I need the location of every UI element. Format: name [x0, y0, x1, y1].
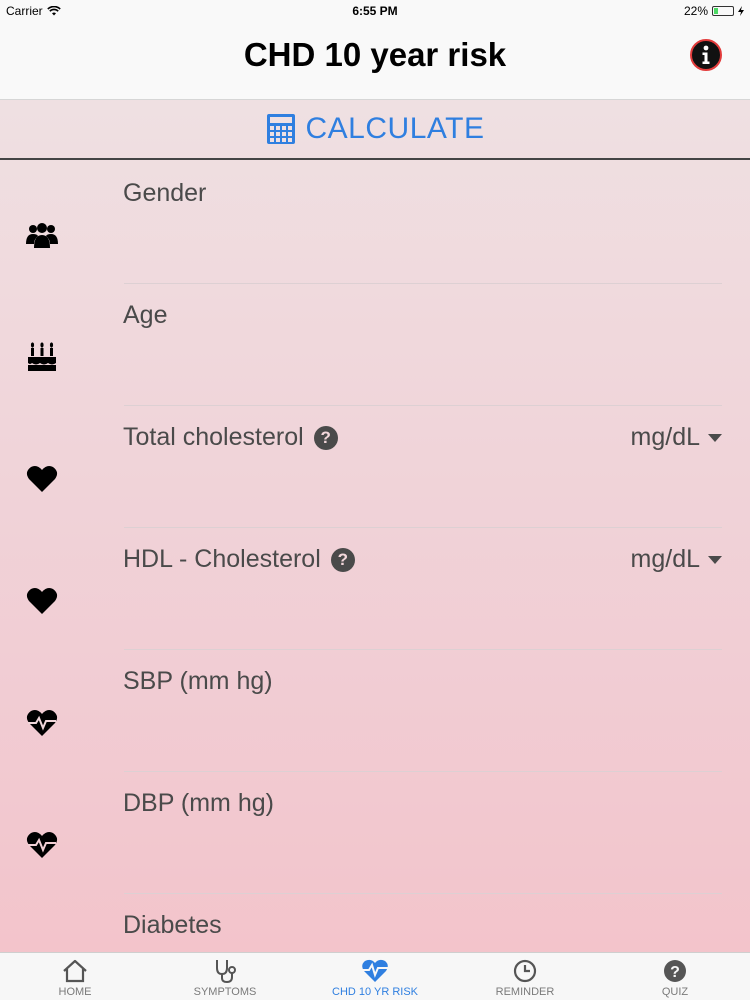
heart-icon [26, 588, 58, 614]
users-icon [26, 223, 58, 248]
unit-selector[interactable]: mg/dL [631, 423, 722, 452]
heartbeat-icon [26, 710, 58, 736]
tab-chd-risk[interactable]: CHD 10 YR RISK [300, 953, 450, 1000]
field-label: SBP (mm hg) [123, 667, 273, 696]
field-label: DBP (mm hg) [123, 789, 274, 818]
tab-label: CHD 10 YR RISK [332, 986, 418, 998]
tab-label: QUIZ [661, 986, 689, 998]
caret-down-icon [708, 555, 722, 564]
field-label: Age [123, 301, 167, 330]
help-icon[interactable]: ? [330, 547, 355, 572]
field-label: Total cholesterol ? [123, 423, 338, 452]
page-title: CHD 10 year risk [243, 36, 507, 73]
hdl-cholesterol-label: HDL - Cholesterol [123, 545, 321, 573]
unit-label: mg/dL [630, 423, 700, 451]
tab-quiz[interactable]: ? QUIZ [600, 953, 750, 1000]
dbp-label: DBP (mm hg) [123, 789, 274, 817]
tab-label: REMINDER [495, 986, 555, 998]
stethoscope-icon [216, 960, 236, 984]
unit-label: mg/dL [630, 545, 700, 573]
clock-icon [513, 959, 537, 983]
total-cholesterol-field[interactable]: Total cholesterol ? mg/dL [0, 406, 750, 528]
age-label: Age [123, 301, 168, 329]
battery-percent: 22% [683, 4, 708, 18]
status-bar: Carrier 6:55 PM 22% [0, 0, 750, 22]
hdl-cholesterol-field[interactable]: HDL - Cholesterol ? mg/dL [0, 528, 750, 650]
question-icon: ? [664, 960, 686, 982]
diabetes-field[interactable]: Diabetes [0, 894, 750, 952]
status-time: 6:55 PM [352, 4, 398, 18]
total-cholesterol-label: Total cholesterol [123, 423, 304, 451]
info-icon [702, 45, 710, 64]
dbp-field[interactable]: DBP (mm hg) [0, 772, 750, 894]
caret-down-icon [708, 433, 722, 442]
tab-label: HOME [58, 986, 92, 998]
tab-home[interactable]: HOME [0, 953, 150, 1000]
age-field[interactable]: Age [0, 284, 750, 406]
unit-selector[interactable]: mg/dL [631, 545, 722, 574]
svg-text:?: ? [670, 964, 680, 981]
form-content: CALCULATE Gender Age Total cholesterol ?… [0, 100, 750, 952]
tab-bar: HOME SYMPTOMS CHD 10 YR RISK REMINDER ? … [0, 952, 750, 1000]
sbp-field[interactable]: SBP (mm hg) [0, 650, 750, 772]
birthday-cake-icon [28, 342, 56, 371]
tab-symptoms[interactable]: SYMPTOMS [150, 953, 300, 1000]
battery-info: 22% [684, 4, 744, 18]
help-icon[interactable]: ? [313, 425, 338, 450]
diabetes-label: Diabetes [123, 911, 222, 939]
calculator-icon [266, 114, 295, 144]
field-label: HDL - Cholesterol ? [123, 545, 355, 574]
sbp-label: SBP (mm hg) [123, 667, 273, 695]
battery-icon [712, 6, 734, 16]
heartbeat-icon [362, 959, 388, 982]
navigation-bar: CHD 10 year risk [0, 22, 750, 100]
tab-reminder[interactable]: REMINDER [450, 953, 600, 1000]
gender-field[interactable]: Gender [0, 162, 750, 284]
field-label: Diabetes [123, 911, 222, 940]
heart-icon [26, 466, 58, 492]
calculate-button[interactable]: CALCULATE [0, 100, 750, 160]
charging-icon [738, 6, 744, 16]
tab-label: SYMPTOMS [193, 986, 257, 998]
field-label: Gender [123, 179, 206, 208]
info-button[interactable] [690, 39, 722, 71]
heartbeat-icon [26, 832, 58, 858]
calculate-label: CALCULATE [305, 112, 485, 145]
home-icon [63, 959, 87, 983]
gender-label: Gender [123, 179, 207, 207]
